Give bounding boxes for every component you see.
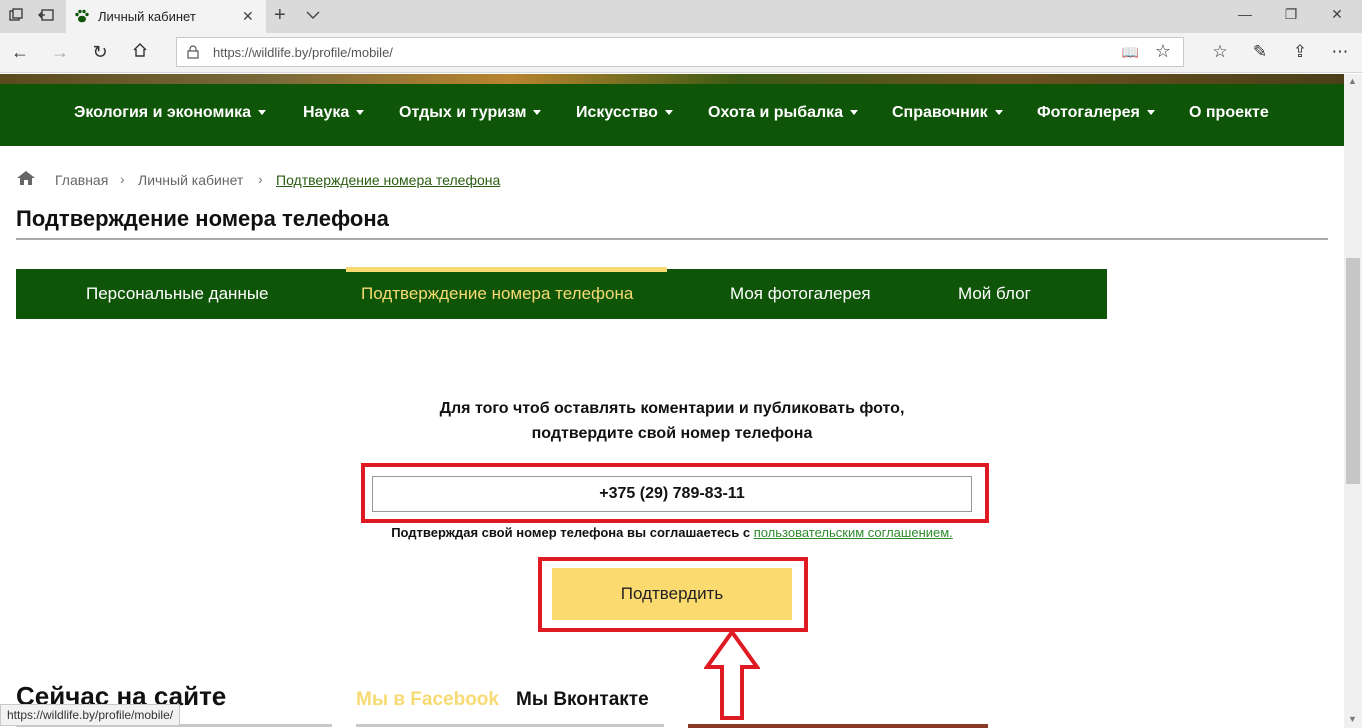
tab-photo-gallery[interactable]: Моя фотогалерея [730,284,871,304]
intro-line-1: Для того чтоб оставлять коментарии и пуб… [439,400,905,417]
plus-icon[interactable]: + [274,4,286,27]
breadcrumb-current[interactable]: Подтверждение номера телефона [276,172,500,188]
star-icon[interactable]: ☆ [1155,41,1171,62]
tab-blog[interactable]: Мой блог [958,284,1031,304]
agreement-label: Подтверждая свой номер телефона вы согла… [391,525,751,540]
paw-icon [75,9,89,23]
caret-down-icon [664,110,673,116]
phone-input[interactable] [372,476,972,512]
tab-actions-icon[interactable] [6,7,26,27]
agreement-text: Подтверждая свой номер телефона вы согла… [340,525,1004,540]
chevron-right-icon: › [120,171,125,187]
minimize-icon[interactable]: — [1230,6,1260,22]
scroll-up-icon[interactable]: ▲ [1348,76,1357,86]
address-bar[interactable]: https://wildlife.by/profile/mobile/ 📖 ☆ [176,37,1184,67]
web-page: Экология и экономика Наука Отдых и туриз… [0,74,1344,728]
set-aside-tabs-icon[interactable] [36,7,56,27]
arrow-left-icon[interactable]: ← [8,41,32,65]
lock-icon[interactable] [187,45,199,59]
breadcrumb-home[interactable]: Главная [55,172,108,188]
favorites-list-icon[interactable]: ☆ [1208,41,1232,65]
intro-line-2: подтвердите свой номер телефона [531,425,813,442]
close-window-icon[interactable]: ✕ [1322,6,1352,23]
refresh-icon[interactable]: ↻ [88,41,112,65]
nav-item-art[interactable]: Искусство [576,104,673,122]
agreement-link[interactable]: пользовательским соглашением. [754,525,953,540]
browser-tab-bar: Личный кабинет ✕ + — ❐ ✕ [0,0,1362,33]
url-text[interactable]: https://wildlife.by/profile/mobile/ [213,45,393,60]
caret-down-icon [850,110,859,116]
address-bar-row: ← → ↻ https://wildlife.by/profile/mobile… [0,33,1362,73]
chevron-down-icon[interactable] [306,7,320,23]
nav-item-reference[interactable]: Справочник [892,104,1003,122]
scrollbar-thumb[interactable] [1346,258,1360,484]
confirm-button[interactable]: Подтвердить [552,568,792,620]
status-bar-url: https://wildlife.by/profile/mobile/ [0,704,181,726]
restore-icon[interactable]: ❐ [1276,6,1306,23]
page-title: Подтверждение номера телефона [16,206,389,231]
nav-item-science[interactable]: Наука [303,104,365,122]
divider [356,724,664,727]
pen-icon[interactable]: ✎ [1248,41,1272,65]
header-image [0,74,1344,84]
arrow-up-icon [704,629,760,720]
nav-item-gallery[interactable]: Фотогалерея [1037,104,1155,122]
vertical-scrollbar[interactable]: ▲ ▼ [1344,74,1362,728]
tab-personal-data[interactable]: Персональные данные [86,284,269,304]
profile-tabs: Персональные данные Подтверждение номера… [16,267,1107,319]
share-icon[interactable]: ⇪ [1288,41,1312,65]
photo-thumbnail[interactable] [688,724,988,728]
breadcrumb-cabinet[interactable]: Личный кабинет [138,172,243,188]
ellipsis-icon[interactable]: ⋯ [1328,41,1352,65]
intro-text: Для того чтоб оставлять коментарии и пуб… [372,396,972,446]
divider [16,238,1328,240]
browser-tab[interactable]: Личный кабинет ✕ [66,0,266,33]
caret-down-icon [356,110,365,116]
home-icon[interactable] [128,41,152,65]
tab-facebook[interactable]: Мы в Facebook [356,689,499,711]
scroll-down-icon[interactable]: ▼ [1348,714,1357,724]
caret-down-icon [994,110,1003,116]
main-navigation: Экология и экономика Наука Отдых и туриз… [0,84,1344,146]
caret-down-icon [533,110,542,116]
nav-item-about[interactable]: О проекте [1189,104,1269,122]
nav-item-ecology[interactable]: Экология и экономика [74,104,267,122]
book-icon: 📖 [1121,44,1139,60]
chevron-right-icon: › [258,171,263,187]
active-tab-indicator [346,267,667,272]
caret-down-icon [258,110,267,116]
close-icon[interactable]: ✕ [242,8,254,25]
tab-title: Личный кабинет [98,9,196,24]
tab-phone-confirmation[interactable]: Подтверждение номера телефона [361,284,633,304]
caret-down-icon [1146,110,1155,116]
tab-vkontakte[interactable]: Мы Вконтакте [516,689,649,711]
nav-item-hunting[interactable]: Охота и рыбалка [708,104,859,122]
nav-item-tourism[interactable]: Отдых и туризм [399,104,542,122]
home-icon[interactable] [16,170,36,186]
arrow-right-icon: → [51,42,69,62]
